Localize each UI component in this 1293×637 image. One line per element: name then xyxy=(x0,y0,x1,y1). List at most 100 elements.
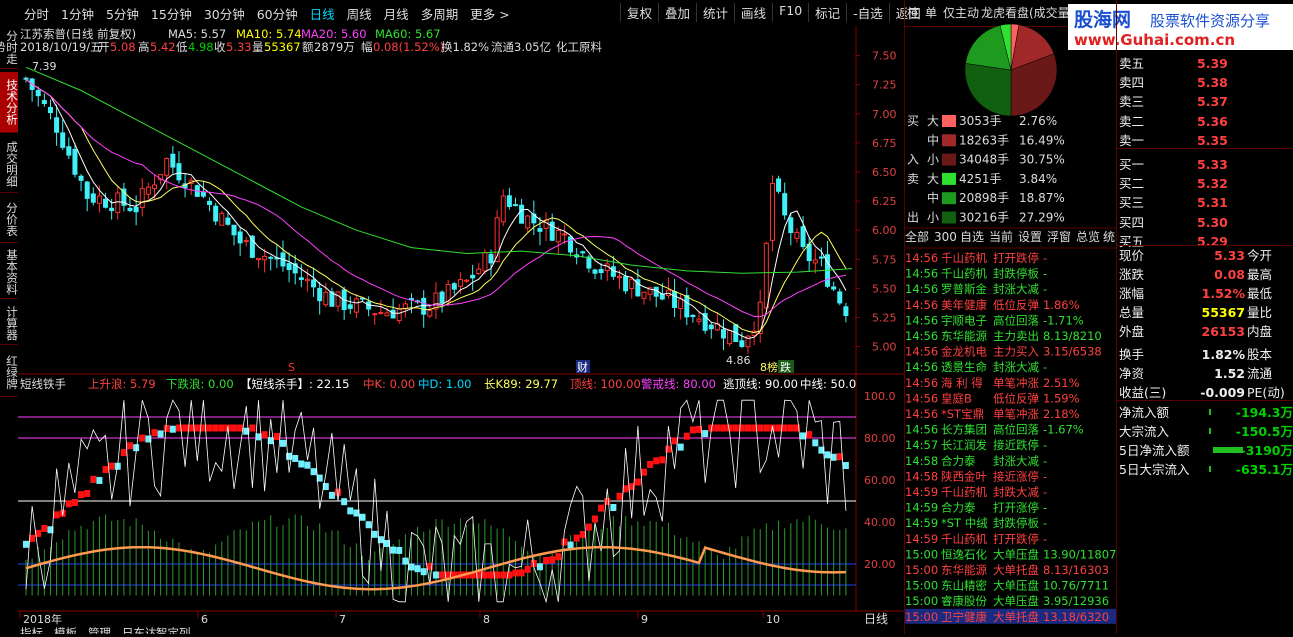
ticker-name[interactable]: 千山药机 xyxy=(941,251,987,265)
ticker-time[interactable]: 14:56 xyxy=(905,329,938,343)
list-tab-5[interactable]: 浮窗 xyxy=(1047,230,1071,244)
tab-3[interactable]: 15分钟 xyxy=(145,4,198,23)
orderbook-price[interactable]: 5.37 xyxy=(1197,92,1228,111)
ticker-name[interactable]: *ST宝鼎 xyxy=(941,407,984,421)
ticker-time[interactable]: 14:57 xyxy=(905,438,938,452)
list-tab-1[interactable]: 300 xyxy=(934,230,957,244)
ticker-name[interactable]: 睿康股份 xyxy=(941,594,987,608)
pie-header-2[interactable]: 仅主动 xyxy=(943,6,979,20)
ticker-time[interactable]: 14:56 xyxy=(905,313,938,327)
ticker-name[interactable]: 千山药机 xyxy=(941,485,987,499)
tool-button-4[interactable]: F10 xyxy=(772,3,808,22)
ticker-name[interactable]: 恒逸石化 xyxy=(941,547,987,561)
list-tab-3[interactable]: 当前 xyxy=(989,229,1013,244)
ticker-name[interactable]: 卫宁健康 xyxy=(941,610,987,624)
tab-4[interactable]: 30分钟 xyxy=(198,4,251,23)
ticker-name[interactable]: *ST 中绒 xyxy=(941,516,988,530)
kline-chart[interactable]: 江苏索普(日线 前复权) MA5: 5.57 MA10: 5.74 MA20: 5.6… xyxy=(18,26,904,637)
tab-1[interactable]: 1分钟 xyxy=(55,4,100,23)
ticker-time[interactable]: 15:00 xyxy=(905,594,938,608)
ticker-name[interactable]: 宇顺电子 xyxy=(941,313,987,327)
tool-button-2[interactable]: 统计 xyxy=(696,3,734,22)
list-tab-7[interactable]: 统 xyxy=(1103,230,1115,244)
orderbook-price[interactable]: 5.35 xyxy=(1197,131,1228,150)
ticker-name[interactable]: 皇庭B xyxy=(941,391,972,405)
ticker-time[interactable]: 14:56 xyxy=(905,376,938,390)
ticker-time[interactable]: 14:56 xyxy=(905,407,938,421)
left-tab-5[interactable]: 计算器 xyxy=(0,302,19,345)
tab-10[interactable]: 更多 > xyxy=(464,4,515,23)
orderbook-price[interactable]: 5.32 xyxy=(1197,174,1228,193)
ticker-name[interactable]: 长方集团 xyxy=(941,423,987,437)
ticker-time[interactable]: 14:58 xyxy=(905,454,938,468)
bottom-tab-4[interactable]: 智定列 xyxy=(156,626,191,637)
ticker-time[interactable]: 14:58 xyxy=(905,469,938,483)
ticker-time[interactable]: 14:56 xyxy=(905,251,938,265)
left-tab-2[interactable]: 成交明细 xyxy=(0,136,19,193)
tab-5[interactable]: 60分钟 xyxy=(251,4,304,23)
ticker-name[interactable]: 海 利 得 xyxy=(941,376,983,390)
left-tab-6[interactable]: 红绿牌 xyxy=(0,348,19,397)
ticker-name[interactable]: 千山药机 xyxy=(941,267,987,281)
list-tab-4[interactable]: 设置 xyxy=(1018,230,1042,244)
tool-button-3[interactable]: 画线 xyxy=(734,3,772,22)
orderbook-price[interactable]: 5.38 xyxy=(1197,73,1228,92)
orderbook-price[interactable]: 5.39 xyxy=(1197,54,1228,73)
ticker-time[interactable]: 14:56 xyxy=(905,267,938,281)
ticker-name[interactable]: 透景生命 xyxy=(941,360,987,374)
bottom-tab-0[interactable]: 指标 xyxy=(20,626,43,637)
ticker-time[interactable]: 14:56 xyxy=(905,423,938,437)
ticker-time[interactable]: 14:59 xyxy=(905,501,938,515)
orderbook-price[interactable]: 5.36 xyxy=(1197,112,1228,131)
ticker-name[interactable]: 陕西金叶 xyxy=(941,469,987,483)
orderbook-price[interactable]: 5.31 xyxy=(1197,193,1228,212)
ticker-time[interactable]: 14:56 xyxy=(905,282,938,296)
ticker-name[interactable]: 美年健康 xyxy=(941,298,987,312)
bottom-tab-3[interactable]: 日东达 xyxy=(122,626,157,637)
pie-header-3[interactable]: 龙虎看盘(成交量) xyxy=(981,5,1074,20)
orderbook-price[interactable]: 5.33 xyxy=(1197,155,1228,174)
list-tab-2[interactable]: 自选 xyxy=(960,230,984,244)
ticker-name[interactable]: 金龙机电 xyxy=(941,345,987,359)
ticker-time[interactable]: 15:00 xyxy=(905,563,938,577)
ticker-time[interactable]: 14:59 xyxy=(905,485,938,499)
ticker-name[interactable]: 东华能源 xyxy=(941,563,987,577)
ticker-time[interactable]: 14:59 xyxy=(905,516,938,530)
ticker-time[interactable]: 14:59 xyxy=(905,532,938,546)
tab-8[interactable]: 月线 xyxy=(378,4,415,23)
ticker-time[interactable]: 14:56 xyxy=(905,298,938,312)
left-tab-4[interactable]: 基本资料 xyxy=(0,246,19,299)
ticker-time[interactable]: 14:56 xyxy=(905,391,938,405)
ticker-time[interactable]: 15:00 xyxy=(905,579,938,593)
tab-9[interactable]: 多周期 xyxy=(415,4,465,23)
list-tab-0[interactable]: 全部 xyxy=(905,229,929,244)
pie-header-0[interactable]: 柱 xyxy=(907,5,919,20)
bottom-tab-1[interactable]: 模板 xyxy=(54,626,77,637)
tool-button-0[interactable]: 复权 xyxy=(620,3,658,22)
ticker-name[interactable]: 合力泰 xyxy=(941,454,976,468)
main-chart-area[interactable]: 江苏索普(日线 前复权) MA5: 5.57 MA10: 5.74 MA20: 5.6… xyxy=(18,26,904,637)
ticker-time[interactable]: 14:56 xyxy=(905,345,938,359)
tab-2[interactable]: 5分钟 xyxy=(100,4,145,23)
tab-6[interactable]: 日线 xyxy=(304,4,341,23)
bottom-tab-2[interactable]: 管理 xyxy=(88,626,111,637)
ticker-time[interactable]: 15:00 xyxy=(905,610,938,624)
pie-header-1[interactable]: 单 xyxy=(925,6,937,20)
ticker-name[interactable]: 千山药机 xyxy=(941,532,987,546)
ticker-name[interactable]: 罗普斯金 xyxy=(941,282,987,296)
orderbook-price[interactable]: 5.30 xyxy=(1197,213,1228,232)
tab-0[interactable]: 分时 xyxy=(18,4,55,23)
ticker-name[interactable]: 东山精密 xyxy=(941,579,987,593)
tool-button-6[interactable]: -自选 xyxy=(846,3,889,22)
left-tab-0[interactable]: 分时走势 xyxy=(0,26,19,69)
tool-button-1[interactable]: 叠加 xyxy=(658,3,696,22)
tab-7[interactable]: 周线 xyxy=(341,4,378,23)
ticker-name[interactable]: 长江润发 xyxy=(941,438,987,452)
left-tab-1[interactable]: 技术分析 xyxy=(0,72,19,133)
ticker-name[interactable]: 东华能源 xyxy=(941,329,987,343)
ticker-name[interactable]: 合力泰 xyxy=(941,501,976,515)
tool-button-5[interactable]: 标记 xyxy=(808,3,846,22)
ticker-time[interactable]: 14:56 xyxy=(905,360,938,374)
list-tab-6[interactable]: 总览 xyxy=(1076,229,1100,244)
ticker-time[interactable]: 15:00 xyxy=(905,547,938,561)
